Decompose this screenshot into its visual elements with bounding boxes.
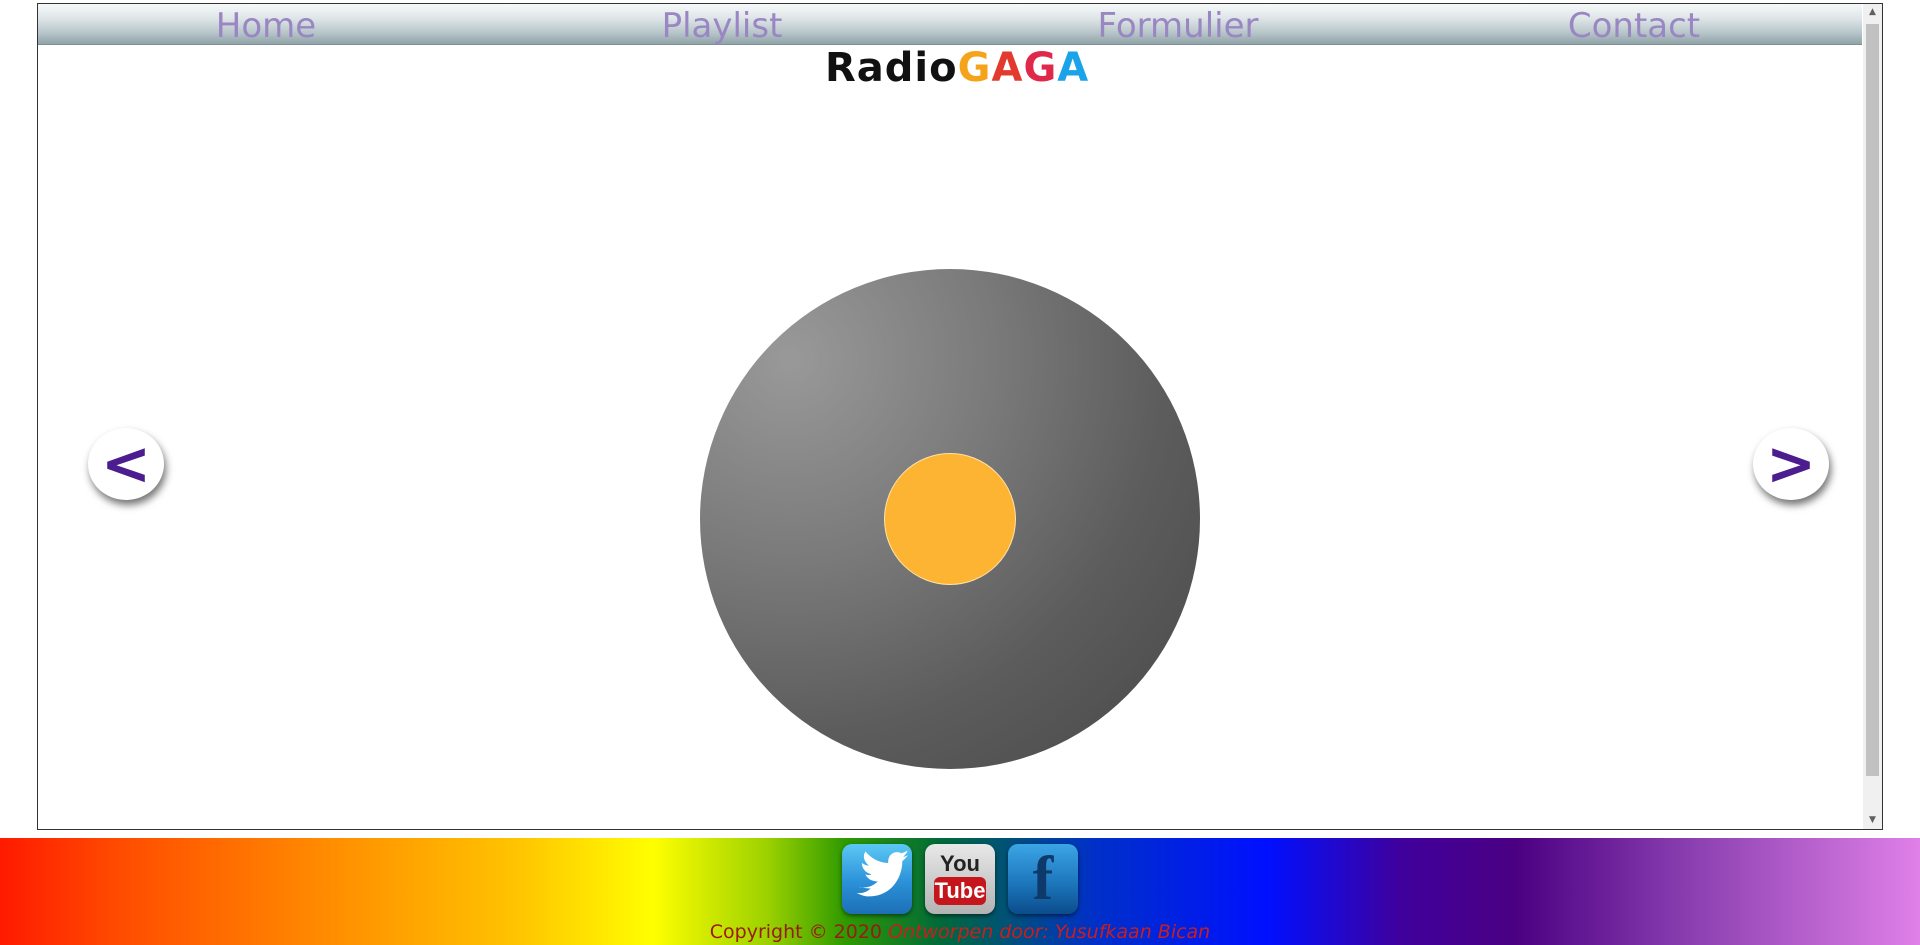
navbar: Home Playlist Formulier Contact xyxy=(38,4,1862,46)
copyright-notice: Copyright © 2020 Ontworpen door: Yusufka… xyxy=(0,921,1920,943)
scrollbar-thumb[interactable] xyxy=(1866,24,1879,776)
logo-letter-g: G xyxy=(957,45,992,91)
content-frame: Home Playlist Formulier Contact Radio G A G… xyxy=(37,3,1883,830)
nav-item-playlist[interactable]: Playlist xyxy=(494,4,950,46)
nav-item-home[interactable]: Home xyxy=(38,4,494,46)
logo-letter-g-2: G xyxy=(1023,45,1058,91)
twitter-icon[interactable] xyxy=(842,844,912,914)
social-icons: You Tube f xyxy=(842,844,1078,914)
facebook-icon[interactable]: f xyxy=(1008,844,1078,914)
vertical-scrollbar[interactable]: ▲ ▼ xyxy=(1863,4,1882,829)
logo-letter-a-2: A xyxy=(1057,45,1090,91)
scroll-down-arrow-icon[interactable]: ▼ xyxy=(1863,812,1882,829)
nav-item-contact[interactable]: Contact xyxy=(1406,4,1862,46)
logo-radio-text: Radio xyxy=(825,45,958,91)
logo-letter-a: A xyxy=(991,45,1024,91)
youtube-you-text: You xyxy=(940,851,980,876)
next-slide-button[interactable]: > xyxy=(1753,428,1829,500)
vinyl-record xyxy=(700,269,1200,769)
youtube-tube-text: Tube xyxy=(934,877,986,905)
youtube-icon[interactable]: You Tube xyxy=(925,844,995,914)
twitter-bird-icon xyxy=(856,850,908,897)
record-center-label xyxy=(884,453,1016,585)
previous-slide-button[interactable]: < xyxy=(88,428,164,500)
scroll-up-arrow-icon[interactable]: ▲ xyxy=(1863,4,1882,21)
copyright-text: Copyright © 2020 xyxy=(709,921,889,943)
facebook-f-glyph: f xyxy=(1032,845,1054,913)
radiogaga-logo: Radio G A G A xyxy=(825,45,1089,91)
designer-credit: Ontworpen door: Yusufkaan Bican xyxy=(888,921,1211,943)
footer: You Tube f Copyright © 2020 Ontworpen do… xyxy=(0,838,1920,945)
nav-item-formulier[interactable]: Formulier xyxy=(950,4,1406,46)
